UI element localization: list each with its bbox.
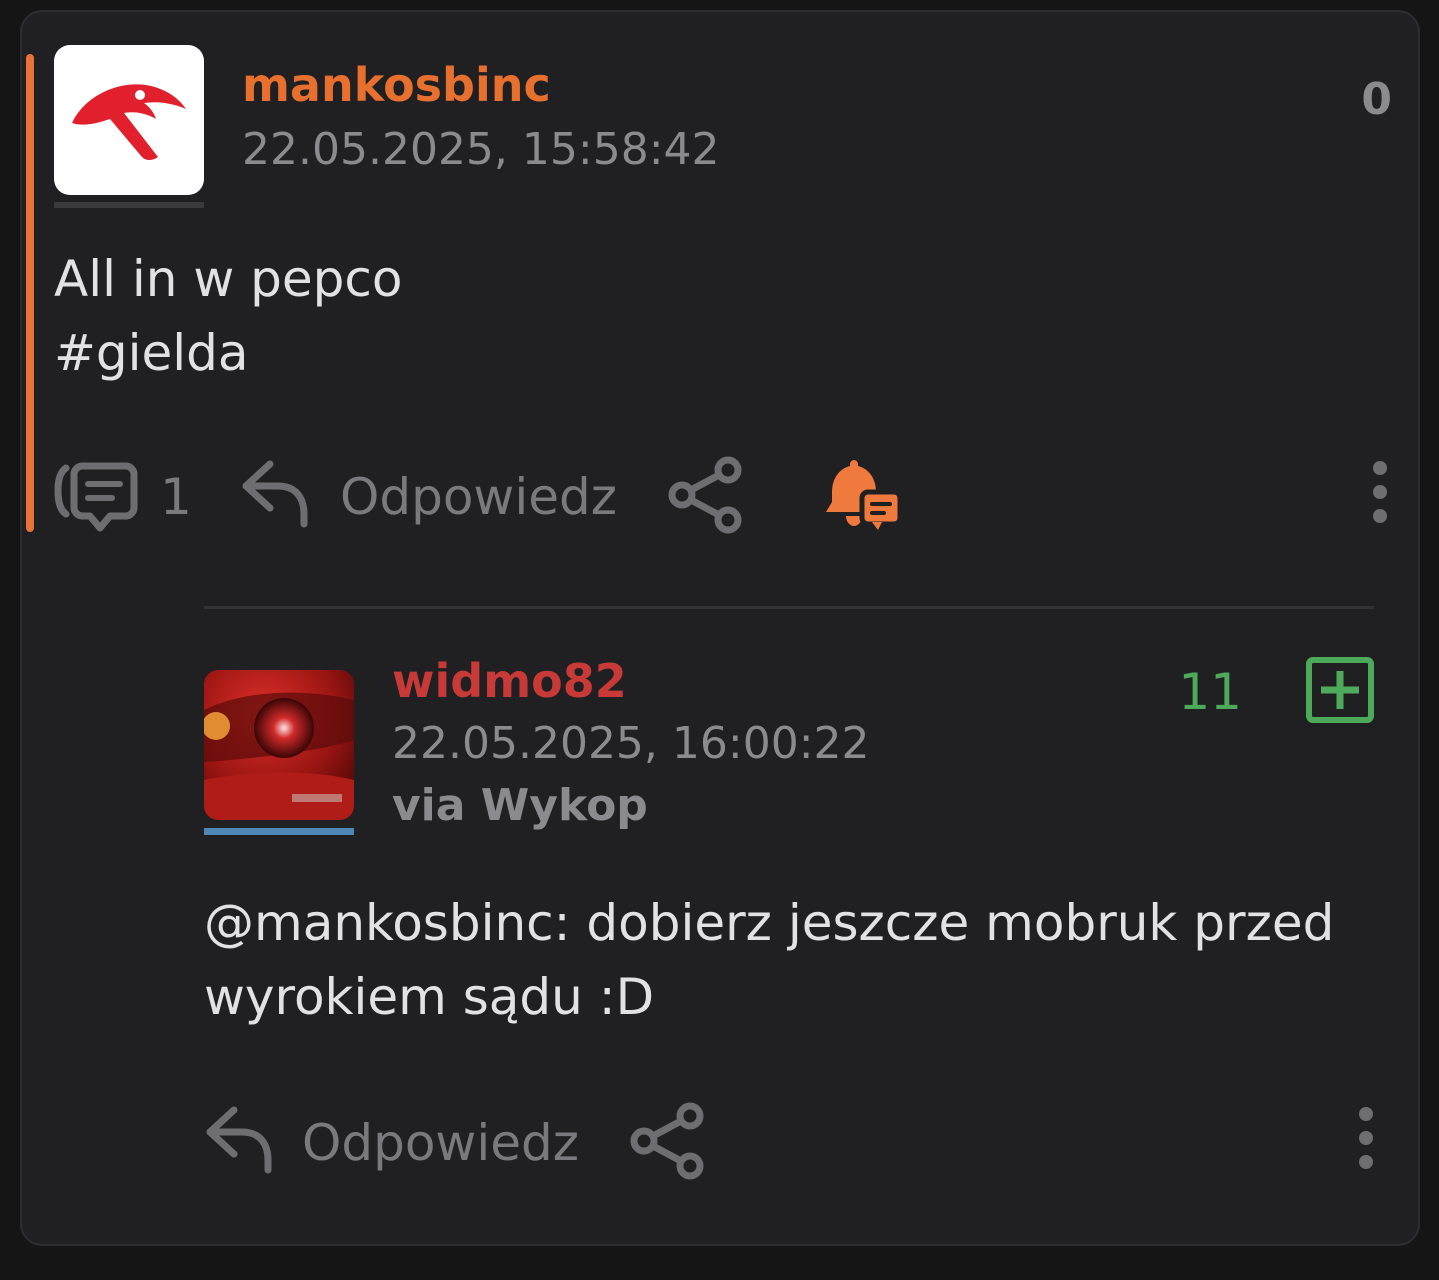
- reply-button[interactable]: Odpowiedz: [340, 472, 617, 522]
- comment-body-line: wyrokiem sądu :D: [204, 968, 655, 1026]
- comment-timestamp[interactable]: 22.05.2025, 16:00:22: [392, 722, 870, 766]
- post-author-name[interactable]: mankosbinc: [242, 62, 551, 108]
- notification-bell-icon[interactable]: [822, 456, 902, 534]
- comment-reply-button[interactable]: Odpowiedz: [302, 1118, 579, 1168]
- entry-card: mankosbinc 22.05.2025, 15:58:42 0 All in…: [20, 10, 1420, 1246]
- share-icon[interactable]: [666, 456, 746, 534]
- comment-body-line: @mankosbinc: dobierz jeszcze mobruk prze…: [204, 894, 1335, 952]
- comment-source: via Wykop: [392, 780, 648, 831]
- post-vote-score: 0: [1361, 74, 1392, 125]
- reply-icon[interactable]: [240, 458, 312, 530]
- upvote-plus-icon[interactable]: [1306, 657, 1374, 723]
- post-body: All in w pepco #gielda: [54, 242, 402, 390]
- post-body-line: All in w pepco: [54, 250, 403, 308]
- orlen-eagle-icon: [72, 84, 186, 160]
- post-accent-bar: [26, 54, 34, 532]
- comment-divider: [204, 606, 1374, 609]
- comment-author-name[interactable]: widmo82: [392, 658, 627, 704]
- comment-author-avatar[interactable]: [204, 670, 354, 820]
- avatar-underline: [54, 202, 204, 208]
- post-timestamp[interactable]: 22.05.2025, 15:58:42: [242, 128, 720, 172]
- more-options-icon[interactable]: [1354, 1106, 1378, 1170]
- comments-count[interactable]: 1: [160, 472, 192, 522]
- more-options-icon[interactable]: [1368, 460, 1392, 524]
- comment-body: @mankosbinc: dobierz jeszcze mobruk prze…: [204, 886, 1374, 1034]
- post-author-avatar[interactable]: [54, 45, 204, 195]
- avatar-underline: [204, 828, 354, 835]
- post-hashtag[interactable]: #gielda: [54, 316, 402, 390]
- reply-icon[interactable]: [204, 1104, 276, 1176]
- share-icon[interactable]: [628, 1102, 708, 1180]
- comment-vote-score: 11: [1178, 663, 1242, 721]
- car-taillight-avatar: [204, 670, 354, 820]
- comments-icon[interactable]: [52, 462, 138, 534]
